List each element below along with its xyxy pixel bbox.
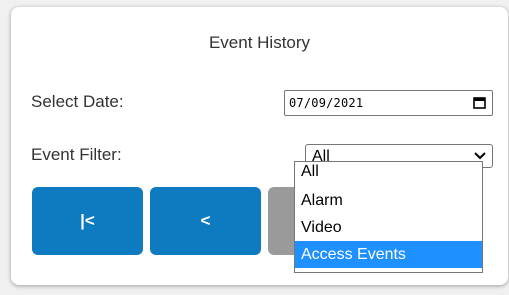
filter-option-alarm[interactable]: Alarm: [295, 187, 482, 214]
date-value: 07/09/2021: [289, 96, 364, 110]
first-page-button[interactable]: |<: [32, 187, 143, 255]
chevron-down-icon: [474, 152, 486, 160]
filter-option-access-events[interactable]: Access Events: [295, 241, 482, 268]
event-filter-label: Event Filter:: [31, 145, 122, 164]
event-filter-dropdown-list: All Alarm Video Access Events: [294, 161, 483, 273]
filter-option-all[interactable]: All: [295, 162, 482, 187]
panel-title: Event History: [208, 33, 311, 52]
calendar-icon[interactable]: [473, 96, 486, 109]
select-date-label: Select Date:: [31, 92, 124, 111]
previous-page-button[interactable]: <: [150, 187, 261, 255]
date-input[interactable]: 07/09/2021: [284, 90, 493, 116]
filter-option-video[interactable]: Video: [295, 214, 482, 241]
